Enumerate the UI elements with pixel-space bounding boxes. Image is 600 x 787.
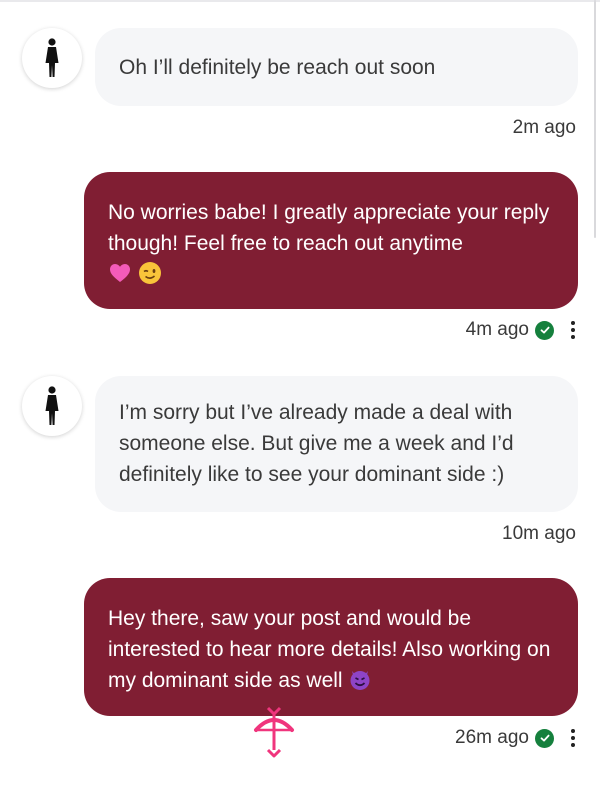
message-timestamp: 10m ago bbox=[502, 523, 576, 544]
header-divider bbox=[0, 0, 600, 2]
woman-silhouette-icon bbox=[45, 38, 59, 77]
smiling-devil-emoji bbox=[350, 671, 370, 690]
pink-heart-emoji bbox=[110, 264, 130, 282]
message-text: Hey there, saw your post and would be in… bbox=[108, 607, 551, 692]
message-text: I’m sorry but I’ve already made a deal w… bbox=[119, 401, 514, 486]
kebab-menu-icon[interactable] bbox=[570, 729, 576, 747]
contact-avatar[interactable] bbox=[22, 28, 82, 88]
message-meta: 26m ago bbox=[455, 727, 576, 749]
message-bubble-sent: No worries babe! I greatly appreciate yo… bbox=[84, 172, 578, 309]
message-text: Oh I’ll definitely be reach out soon bbox=[119, 56, 436, 79]
check-circle-icon bbox=[535, 320, 554, 340]
message-bubble-received: I’m sorry but I’ve already made a deal w… bbox=[95, 376, 578, 512]
message-timestamp: 4m ago bbox=[465, 319, 529, 340]
contact-avatar[interactable] bbox=[22, 376, 82, 436]
cupid-bow-icon[interactable] bbox=[246, 706, 302, 762]
message-meta: 4m ago bbox=[466, 319, 576, 341]
message-bubble-sent: Hey there, saw your post and would be in… bbox=[84, 578, 578, 716]
message-text: No worries babe! I greatly appreciate yo… bbox=[108, 201, 550, 255]
message-bubble-received: Oh I’ll definitely be reach out soon bbox=[95, 28, 578, 106]
woman-silhouette-icon bbox=[45, 386, 59, 425]
scrollbar[interactable] bbox=[594, 0, 596, 238]
winking-face-emoji bbox=[138, 262, 161, 284]
kebab-menu-icon[interactable] bbox=[570, 321, 576, 339]
message-meta: 2m ago bbox=[513, 117, 576, 139]
message-meta: 10m ago bbox=[502, 523, 576, 545]
message-timestamp: 2m ago bbox=[512, 117, 576, 138]
check-circle-icon bbox=[535, 728, 554, 748]
message-timestamp: 26m ago bbox=[455, 727, 529, 748]
